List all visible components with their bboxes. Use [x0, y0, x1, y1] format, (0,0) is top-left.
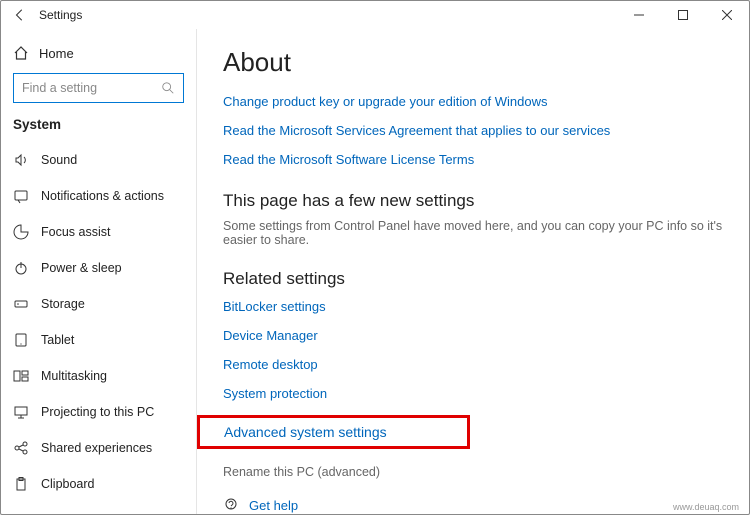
sidebar: Home Find a setting System Sound Notific…	[1, 29, 197, 514]
titlebar: Settings	[1, 1, 749, 29]
sidebar-item-multitasking[interactable]: Multitasking	[1, 358, 196, 394]
projecting-icon	[13, 404, 29, 420]
link-advanced-system-settings[interactable]: Advanced system settings	[224, 424, 387, 440]
search-input[interactable]: Find a setting	[13, 73, 184, 103]
sidebar-item-clipboard[interactable]: Clipboard	[1, 466, 196, 502]
search-icon	[161, 81, 175, 95]
home-icon	[13, 45, 29, 61]
sidebar-item-label: Notifications & actions	[41, 189, 164, 203]
sidebar-item-tablet[interactable]: Tablet	[1, 322, 196, 358]
shared-icon	[13, 440, 29, 456]
related-heading: Related settings	[223, 269, 731, 289]
sidebar-item-label: Projecting to this PC	[41, 405, 154, 419]
link-license-terms[interactable]: Read the Microsoft Software License Term…	[223, 152, 731, 167]
home-link[interactable]: Home	[1, 41, 196, 73]
sidebar-item-focus[interactable]: Focus assist	[1, 214, 196, 250]
link-remote-desktop[interactable]: Remote desktop	[223, 357, 731, 372]
link-device-manager[interactable]: Device Manager	[223, 328, 731, 343]
sidebar-item-label: Power & sleep	[41, 261, 122, 275]
close-button[interactable]	[705, 1, 749, 29]
power-icon	[13, 260, 29, 276]
sidebar-item-label: Multitasking	[41, 369, 107, 383]
page-heading: About	[223, 47, 731, 78]
new-settings-heading: This page has a few new settings	[223, 191, 731, 211]
get-help-link[interactable]: Get help	[223, 497, 731, 513]
sidebar-item-storage[interactable]: Storage	[1, 286, 196, 322]
sidebar-item-label: Storage	[41, 297, 85, 311]
sidebar-item-label: Shared experiences	[41, 441, 152, 455]
sidebar-item-sound[interactable]: Sound	[1, 142, 196, 178]
sidebar-item-notifications[interactable]: Notifications & actions	[1, 178, 196, 214]
clipboard-icon	[13, 476, 29, 492]
highlight-box: Advanced system settings	[197, 415, 470, 449]
link-rename-pc[interactable]: Rename this PC (advanced)	[223, 465, 731, 479]
minimize-button[interactable]	[617, 1, 661, 29]
window-controls	[617, 1, 749, 29]
watermark: www.deuaq.com	[673, 502, 739, 512]
settings-window: Settings Home Find a setting System Soun…	[0, 0, 750, 515]
nav-list: Sound Notifications & actions Focus assi…	[1, 142, 196, 502]
category-label: System	[1, 117, 196, 142]
new-settings-desc: Some settings from Control Panel have mo…	[223, 219, 731, 247]
sidebar-item-label: Sound	[41, 153, 77, 167]
multitasking-icon	[13, 368, 29, 384]
link-system-protection[interactable]: System protection	[223, 386, 731, 401]
help-icon	[223, 497, 239, 513]
tablet-icon	[13, 332, 29, 348]
sidebar-item-power[interactable]: Power & sleep	[1, 250, 196, 286]
link-bitlocker[interactable]: BitLocker settings	[223, 299, 731, 314]
sound-icon	[13, 152, 29, 168]
related-links: BitLocker settings Device Manager Remote…	[223, 299, 731, 401]
sidebar-item-label: Tablet	[41, 333, 74, 347]
sidebar-item-shared[interactable]: Shared experiences	[1, 430, 196, 466]
back-arrow-icon[interactable]	[13, 8, 27, 22]
main-content: About Change product key or upgrade your…	[197, 29, 749, 514]
storage-icon	[13, 296, 29, 312]
sidebar-item-projecting[interactable]: Projecting to this PC	[1, 394, 196, 430]
focus-icon	[13, 224, 29, 240]
sidebar-item-label: Focus assist	[41, 225, 110, 239]
notifications-icon	[13, 188, 29, 204]
maximize-button[interactable]	[661, 1, 705, 29]
sidebar-item-label: Clipboard	[41, 477, 95, 491]
search-placeholder: Find a setting	[22, 81, 97, 95]
link-change-product-key[interactable]: Change product key or upgrade your editi…	[223, 94, 731, 109]
link-services-agreement[interactable]: Read the Microsoft Services Agreement th…	[223, 123, 731, 138]
home-label: Home	[39, 46, 74, 61]
get-help-label: Get help	[249, 498, 298, 513]
window-title: Settings	[39, 8, 82, 22]
